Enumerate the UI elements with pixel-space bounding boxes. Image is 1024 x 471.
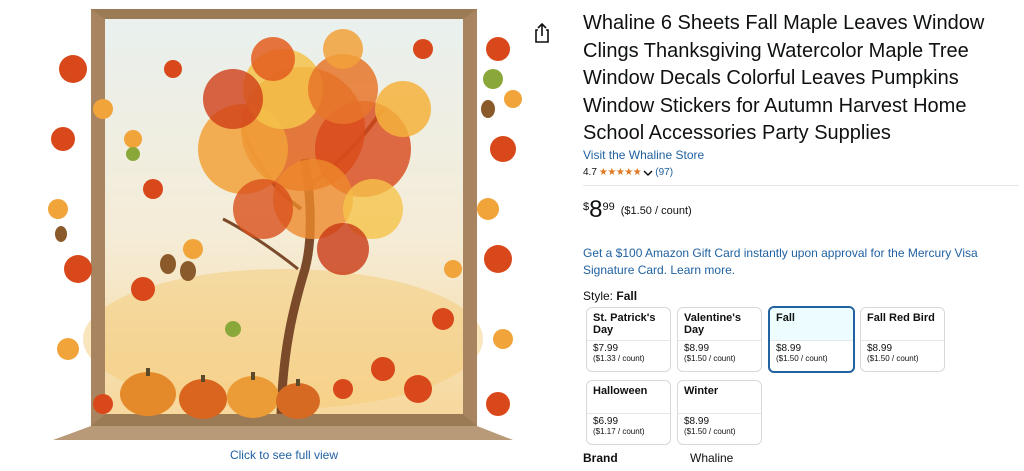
- detail-brand-value: Whaline: [690, 451, 734, 465]
- style-option-name: St. Patrick's Day: [587, 308, 670, 341]
- promo-link[interactable]: Get a $100 Amazon Gift Card instantly up…: [583, 245, 993, 279]
- style-option-valentines-day[interactable]: Valentine's Day $8.99 ($1.50 / count): [677, 307, 762, 372]
- style-option-unit: ($1.50 / count): [684, 354, 736, 363]
- style-option-winter[interactable]: Winter $8.99 ($1.50 / count): [677, 380, 762, 445]
- style-option-name: Fall: [770, 308, 853, 341]
- style-option-unit: ($1.33 / count): [593, 354, 645, 363]
- price: $ 8 99 ($1.50 / count): [583, 198, 692, 222]
- style-option-price: $8.99: [776, 343, 802, 354]
- divider: [583, 185, 1019, 186]
- price-fraction: 99: [602, 201, 615, 213]
- style-label: Style: Fall: [583, 289, 637, 303]
- style-option-name: Winter: [678, 381, 761, 414]
- price-per-unit: ($1.50 / count): [620, 205, 692, 217]
- style-option-fall-red-bird[interactable]: Fall Red Bird $8.99 ($1.50 / count): [860, 307, 945, 372]
- style-option-st-patricks-day[interactable]: St. Patrick's Day $7.99 ($1.33 / count): [586, 307, 671, 372]
- style-selected-value: Fall: [616, 289, 638, 303]
- style-option-name: Halloween: [587, 381, 670, 414]
- style-option-price: $7.99: [593, 343, 619, 354]
- star-rating-icon[interactable]: ★★★★★: [599, 167, 642, 178]
- style-option-fall[interactable]: Fall $8.99 ($1.50 / count): [768, 306, 855, 373]
- style-option-price: $8.99: [684, 343, 710, 354]
- price-whole: 8: [589, 196, 603, 223]
- store-link[interactable]: Visit the Whaline Store: [583, 148, 704, 162]
- style-option-price: $8.99: [867, 343, 893, 354]
- style-option-halloween[interactable]: Halloween $6.99 ($1.17 / count): [586, 380, 671, 445]
- rating-summary: 4.7 ★★★★★ (97): [583, 167, 673, 178]
- style-option-unit: ($1.50 / count): [684, 427, 736, 436]
- maple-tree-illustration: [43, 9, 525, 440]
- style-label-text: Style:: [583, 289, 614, 303]
- style-option-price: $8.99: [684, 416, 710, 427]
- style-option-unit: ($1.17 / count): [593, 427, 645, 436]
- style-option-name: Valentine's Day: [678, 308, 761, 341]
- rating-value: 4.7: [583, 167, 597, 178]
- style-option-unit: ($1.50 / count): [867, 354, 919, 363]
- detail-brand-label: Brand: [583, 451, 618, 465]
- product-main-image[interactable]: [43, 9, 525, 440]
- full-view-link[interactable]: Click to see full view: [0, 448, 568, 462]
- share-icon: [535, 22, 549, 43]
- share-button[interactable]: [532, 22, 552, 44]
- rating-count-link[interactable]: (97): [655, 167, 673, 178]
- product-title: Whaline 6 Sheets Fall Maple Leaves Windo…: [583, 12, 985, 144]
- style-option-unit: ($1.50 / count): [776, 354, 828, 363]
- chevron-down-icon[interactable]: [643, 169, 653, 177]
- style-option-price: $6.99: [593, 416, 619, 427]
- style-option-name: Fall Red Bird: [861, 308, 944, 341]
